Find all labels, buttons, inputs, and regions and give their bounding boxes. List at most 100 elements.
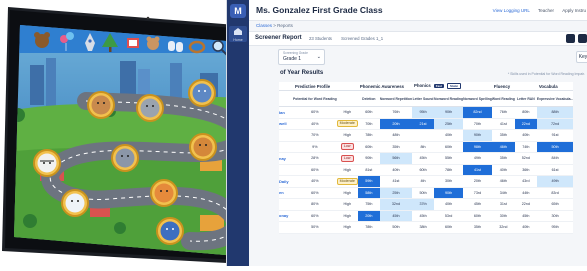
score-letter-sound[interactable]: 4th [412, 175, 435, 188]
score-letter-sound[interactable]: 50th [412, 187, 435, 199]
score-nonword-repetition[interactable]: 20th [379, 118, 413, 130]
col-letter-sound[interactable]: Letter Sound [412, 90, 435, 107]
static-toggle[interactable]: Static [446, 83, 462, 89]
key-button[interactable]: Key [576, 51, 587, 63]
score-nonword-reading[interactable]: 53rd [434, 210, 464, 222]
teacher-menu[interactable]: Teacher [538, 8, 554, 13]
score-nonword-spelling[interactable]: 20th [463, 175, 492, 188]
score-expressive-vocabulary[interactable]: 30th [536, 210, 574, 222]
score-expressive-vocabulary[interactable]: 84th [536, 152, 574, 165]
score-nonword-reading[interactable]: 55th [434, 152, 464, 165]
level-token-1[interactable] [87, 91, 115, 119]
score-nonword-spelling[interactable]: 35th [463, 221, 492, 234]
score-letter-sound[interactable]: 95th [412, 106, 435, 119]
col-potential[interactable]: Potential for Word Reading [293, 90, 337, 107]
book-icon[interactable] [127, 38, 139, 48]
col-deletion[interactable]: Deletion [357, 90, 380, 107]
score-nonword-repetition[interactable]: 56th [379, 152, 413, 165]
col-nonword-spelling[interactable]: Nonword Spelling [463, 90, 492, 107]
score-nonword-repetition[interactable]: 48th [379, 129, 413, 142]
score-expressive-vocabulary[interactable]: 95th [536, 221, 574, 234]
student-name[interactable]: en [279, 187, 293, 199]
score-nonword-repetition[interactable]: 45th [379, 210, 413, 222]
score-expressive-vocabulary[interactable]: 72nd [536, 118, 574, 130]
score-word-reading[interactable]: 34th [491, 187, 515, 199]
score-nonword-reading[interactable]: 60th [434, 221, 464, 234]
col-nonword-reading[interactable]: Nonword Reading [434, 90, 464, 107]
score-letter-sound[interactable]: 21st [412, 118, 435, 130]
print-button[interactable] [566, 34, 575, 43]
score-nonword-repetition[interactable]: 41st [379, 175, 413, 188]
col-letter-ran[interactable]: Letter RAN [514, 90, 537, 107]
score-letter-sound[interactable]: 37th [412, 198, 435, 211]
score-nonword-spelling[interactable]: 73rd [463, 187, 492, 199]
table-row[interactable]: en 60% High 58th 25th 50th 90th 73rd 34th 44th 83r… [279, 187, 574, 199]
score-expressive-vocabulary[interactable]: 88th [536, 106, 574, 119]
fast-toggle[interactable]: Fast [433, 84, 444, 88]
score-letter-sound[interactable]: 60th [412, 164, 435, 176]
score-nonword-spelling[interactable]: 70th [463, 118, 492, 130]
score-nonword-spelling[interactable]: 45th [463, 198, 492, 211]
score-letter-ran[interactable]: 74th [514, 141, 537, 153]
score-deletion[interactable]: 78th [357, 129, 380, 142]
score-deletion[interactable]: 81st [357, 164, 380, 176]
score-nonword-spelling[interactable]: 98th [463, 141, 492, 153]
table-row[interactable]: 9% Low 60th 35th 8th 60th 98th 46th 74th 50th [279, 141, 574, 153]
score-nonword-spelling[interactable]: 41st [463, 164, 492, 176]
score-nonword-repetition[interactable]: 32nd [379, 198, 413, 211]
student-name[interactable] [279, 198, 293, 211]
score-nonword-repetition[interactable]: 25th [379, 187, 413, 199]
score-word-reading[interactable]: 40th [491, 164, 515, 176]
score-nonword-reading[interactable]: 90th [434, 187, 464, 199]
table-row[interactable]: well 40% Moderate 70th 20th 21st 25th 70th 41st 2… [279, 118, 574, 130]
table-row[interactable]: 50% High 78th 50th 38th 60th 35th 32nd 40th 95th [279, 221, 574, 234]
student-name[interactable] [279, 164, 293, 176]
level-token-7[interactable] [111, 144, 139, 172]
level-token-12[interactable] [156, 217, 184, 245]
score-expressive-vocabulary[interactable]: 91st [536, 129, 574, 142]
score-word-reading[interactable]: 30th [491, 210, 515, 222]
level-token-6[interactable] [189, 133, 217, 161]
score-letter-ran[interactable]: 43rd [514, 175, 537, 188]
score-letter-ran[interactable]: 40th [514, 129, 537, 142]
apply-instruction-link[interactable]: Apply Instru [562, 8, 586, 13]
score-nonword-reading[interactable]: 60th [434, 141, 464, 153]
score-word-reading[interactable]: 41st [491, 118, 515, 130]
score-letter-ran[interactable]: 80th [514, 106, 537, 119]
student-name[interactable]: onay [279, 210, 293, 222]
score-letter-sound[interactable] [412, 129, 435, 142]
score-word-reading[interactable]: 31st [491, 198, 515, 211]
score-letter-ran[interactable]: 52nd [514, 152, 537, 165]
score-letter-ran[interactable]: 40th [514, 221, 537, 234]
score-nonword-spelling[interactable]: 90th [463, 129, 492, 142]
score-letter-ran[interactable]: 22nd [514, 198, 537, 211]
score-nonword-reading[interactable]: 40th [434, 198, 464, 211]
breadcrumb-classes[interactable]: Classes [256, 23, 272, 28]
view-logging-url-link[interactable]: View Logging URL [493, 8, 530, 13]
student-name[interactable]: Ian [279, 106, 293, 119]
score-nonword-reading[interactable]: 78th [434, 164, 464, 176]
student-name[interactable]: well [279, 118, 293, 130]
score-word-reading[interactable]: 35th [491, 152, 515, 165]
student-name[interactable] [279, 221, 293, 234]
score-letter-sound[interactable]: 45th [412, 210, 435, 222]
level-token-10[interactable] [61, 189, 89, 217]
score-word-reading[interactable]: 46th [491, 141, 515, 153]
grade-select[interactable]: Screening Grade Grade 1 ⌄ [278, 49, 325, 65]
level-token-9[interactable] [150, 179, 178, 207]
score-nonword-reading[interactable]: 30th [434, 175, 464, 188]
table-row[interactable]: nay 28% Low 90th 56th 45th 55th 49th 35th 52nd 84t… [279, 152, 574, 165]
score-nonword-reading[interactable]: 40th [434, 129, 464, 142]
table-row[interactable]: Daily 40% Moderate 59th 41st 4th 30th 20th 46th 4… [279, 175, 574, 188]
score-letter-sound[interactable]: 8th [412, 141, 435, 153]
score-deletion[interactable]: 75th [357, 198, 380, 211]
table-row[interactable]: 80% High 75th 32nd 37th 40th 45th 31st 22nd 65th [279, 198, 574, 211]
score-expressive-vocabulary[interactable]: 65th [536, 198, 574, 211]
score-letter-sound[interactable]: 38th [412, 221, 435, 234]
student-name[interactable]: Daily [279, 175, 293, 188]
table-row[interactable]: 70% High 78th 48th 40th 90th 35th 40th 91st [279, 129, 574, 142]
score-deletion[interactable]: 78th [357, 221, 380, 234]
score-letter-ran[interactable]: 36th [514, 164, 537, 176]
student-name[interactable] [279, 141, 293, 153]
score-letter-sound[interactable]: 45th [412, 152, 435, 165]
